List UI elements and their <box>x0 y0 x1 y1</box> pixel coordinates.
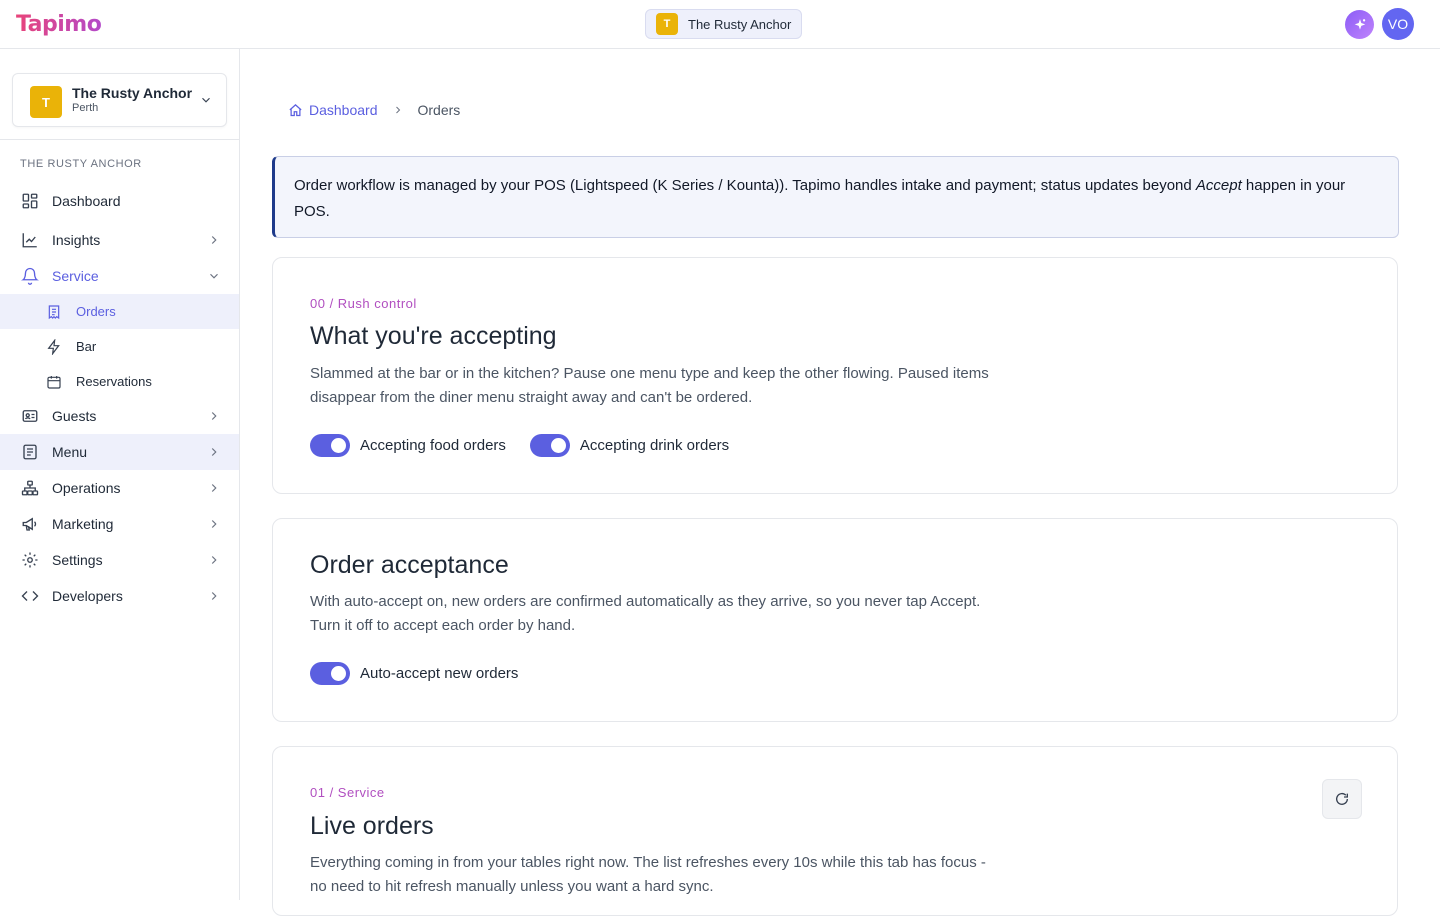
toggle-label: Accepting food orders <box>360 437 506 454</box>
section-title: Order acceptance <box>310 551 509 579</box>
order-acceptance-card: Order acceptance With auto-accept on, ne… <box>272 518 1398 722</box>
divider <box>0 139 239 140</box>
venue-badge: T <box>656 13 678 35</box>
breadcrumb-current: Orders <box>417 102 461 118</box>
section-title: What you're accepting <box>310 322 557 350</box>
sidebar-item-insights[interactable]: Insights <box>0 222 239 258</box>
sidebar-subitem-orders[interactable]: Orders <box>0 294 239 329</box>
sidebar-subitem-label: Reservations <box>76 374 152 389</box>
calendar-icon <box>45 373 63 391</box>
sidebar-item-operations[interactable]: Operations <box>0 470 239 506</box>
gear-icon <box>21 551 39 569</box>
id-card-icon <box>21 407 39 425</box>
sidebar-item-label: Marketing <box>52 516 114 532</box>
drink-orders-toggle[interactable] <box>529 434 570 457</box>
top-bar: Tapimo T The Rusty Anchor VO <box>0 0 1440 49</box>
sidebar-item-label: Settings <box>52 552 103 568</box>
auto-accept-toggle[interactable] <box>310 662 350 685</box>
toggle-label: Accepting drink orders <box>579 437 730 454</box>
bell-icon <box>21 267 39 285</box>
sparkle-icon <box>1354 18 1365 30</box>
chevron-right-icon <box>211 448 217 456</box>
venue-badge: T <box>30 86 62 118</box>
refresh-button[interactable] <box>1322 779 1362 819</box>
sidebar-item-label: Insights <box>52 232 101 248</box>
drink-orders-toggle-group[interactable]: Accepting drink orders <box>529 434 730 457</box>
section-title: Live orders <box>310 812 434 840</box>
sidebar-item-settings[interactable]: Settings <box>0 542 239 578</box>
tapimo-logo[interactable]: Tapimo <box>16 10 102 38</box>
sidebar-item-label: Operations <box>52 480 121 496</box>
section-description: Slammed at the bar or in the kitchen? Pa… <box>310 365 989 406</box>
chevron-right-icon <box>211 484 217 492</box>
sidebar-section-heading: THE RUSTY ANCHOR <box>20 158 142 170</box>
chevron-right-icon <box>211 592 217 600</box>
logo-text: Tapimo <box>16 11 102 37</box>
sidebar-item-developers[interactable]: Developers <box>0 578 239 614</box>
venue-selector[interactable]: T The Rusty Anchor Perth <box>12 73 227 127</box>
breadcrumb-dashboard-link[interactable]: Dashboard <box>309 102 378 118</box>
sidebar-subitem-reservations[interactable]: Reservations <box>0 364 239 399</box>
home-icon[interactable] <box>288 103 303 118</box>
sidebar-subitem-label: Orders <box>76 304 116 319</box>
auto-accept-toggle-group[interactable]: Auto-accept new orders <box>310 662 518 685</box>
sidebar-item-label: Developers <box>52 588 123 604</box>
sidebar-item-label: Service <box>52 268 99 284</box>
sidebar-item-label: Menu <box>52 444 88 460</box>
chevron-right-icon <box>211 520 217 528</box>
section-description: Everything coming in from your tables ri… <box>310 854 986 895</box>
sidebar-subitem-bar[interactable]: Bar <box>0 329 239 364</box>
grid-icon <box>21 192 39 210</box>
live-orders-card: 01 / Service Live orders Everything comi… <box>272 746 1398 916</box>
toggle-row: Auto-accept new orders <box>310 662 542 685</box>
sidebar-item-menu[interactable]: Menu <box>0 434 239 470</box>
org-chart-icon <box>21 479 39 497</box>
venue-name: The Rusty Anchor <box>72 85 193 101</box>
megaphone-icon <box>21 515 39 533</box>
chevron-down-icon <box>202 97 210 103</box>
venue-switcher-pill[interactable]: T The Rusty Anchor <box>645 9 803 39</box>
section-kicker: 00 / Rush control <box>310 296 417 311</box>
chart-line-icon <box>21 231 39 249</box>
venue-name: The Rusty Anchor <box>688 16 792 32</box>
pos-workflow-notice: Order workflow is managed by your POS (L… <box>272 156 1399 238</box>
chevron-right-icon <box>395 106 400 114</box>
bolt-icon <box>45 338 63 356</box>
sidebar-item-label: Guests <box>52 408 97 424</box>
section-description: With auto-accept on, new orders are conf… <box>310 593 981 634</box>
chevron-right-icon <box>211 236 217 244</box>
code-icon <box>21 587 39 605</box>
toggle-label: Auto-accept new orders <box>360 665 519 682</box>
venue-location: Perth <box>72 102 99 114</box>
sidebar-item-guests[interactable]: Guests <box>0 398 239 434</box>
chevron-right-icon <box>211 556 217 564</box>
chevron-down-icon <box>210 273 218 279</box>
sidebar-item-service[interactable]: Service <box>0 258 239 294</box>
notice-emphasis: Accept <box>1195 177 1242 194</box>
food-orders-toggle[interactable] <box>310 434 350 457</box>
breadcrumb: Dashboard Orders <box>288 101 460 119</box>
sidebar-item-marketing[interactable]: Marketing <box>0 506 239 542</box>
sidebar-item-dashboard[interactable]: Dashboard <box>0 183 239 219</box>
toggle-row: Accepting food orders Accepting drink or… <box>310 434 753 457</box>
sidebar-subitem-label: Bar <box>76 339 97 354</box>
section-kicker: 01 / Service <box>310 785 385 800</box>
food-orders-toggle-group[interactable]: Accepting food orders <box>310 434 506 457</box>
receipt-icon <box>45 303 63 321</box>
menu-book-icon <box>21 443 39 461</box>
sidebar-item-label: Dashboard <box>52 193 121 209</box>
refresh-icon <box>1336 792 1348 805</box>
sidebar: T The Rusty Anchor Perth THE RUSTY ANCHO… <box>0 49 240 900</box>
chevron-right-icon <box>211 412 217 420</box>
notice-text: Order workflow is managed by your POS (L… <box>294 177 1196 194</box>
user-avatar[interactable]: VO <box>1382 8 1414 40</box>
rush-control-card: 00 / Rush control What you're accepting … <box>272 257 1398 494</box>
ai-assistant-button[interactable] <box>1345 10 1374 39</box>
